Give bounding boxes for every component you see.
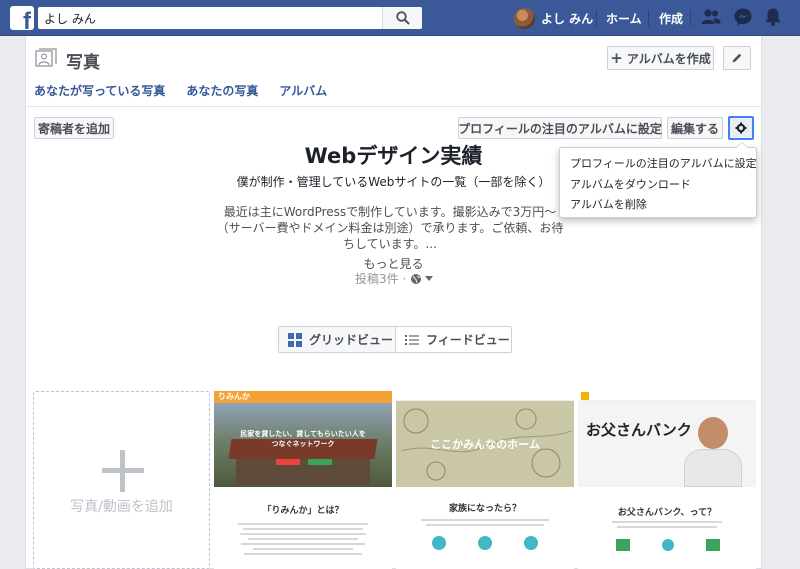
nav-divider — [690, 10, 691, 26]
friend-requests-icon[interactable] — [701, 7, 721, 27]
menu-item-delete-album[interactable]: アルバムを削除 — [570, 196, 647, 212]
feature-on-profile-button[interactable]: プロフィールの注目のアルバムに設定 — [458, 117, 662, 139]
profile-link[interactable]: よし みん — [514, 7, 593, 29]
search-button[interactable] — [382, 7, 422, 29]
pencil-icon — [732, 53, 742, 63]
tab-photos-of-you[interactable]: あなたが写っている写真 — [34, 82, 165, 99]
site-header-bar — [578, 391, 756, 401]
album-photo-thumbnail[interactable]: りみんか 民家を貸したい、貸してもらいたい人を つなぐネットワーク 「りみんか」… — [214, 391, 392, 569]
person-head — [698, 417, 728, 449]
photos-tabs: あなたが写っている写真 あなたの写真 アルバム — [34, 82, 348, 99]
grid-icon — [288, 332, 302, 347]
plus-icon: + — [610, 49, 623, 67]
site-caption: お父さんバンク、って？ — [617, 508, 717, 518]
search-input[interactable] — [38, 7, 388, 29]
site-header-bar — [396, 391, 574, 401]
site-brand: りみんか — [218, 392, 250, 401]
site-text-lines — [396, 519, 574, 529]
plus-icon-stem — [120, 450, 125, 492]
feed-view-label: フィードビュー — [426, 333, 510, 347]
site-text-lines — [578, 521, 756, 531]
post-count: 投稿3件 · — [355, 270, 434, 287]
home-link[interactable]: ホーム — [606, 10, 642, 27]
site-caption: 「りみんか」とは？ — [262, 506, 344, 516]
hero-area — [578, 401, 756, 487]
person-body — [684, 449, 742, 487]
search-icon — [396, 11, 410, 25]
feature-icon — [616, 539, 630, 551]
view-toggle: グリッドビュー フィードビュー — [278, 326, 512, 353]
grid-view-button[interactable]: グリッドビュー — [279, 327, 396, 352]
tab-your-photos[interactable]: あなたの写真 — [186, 82, 258, 99]
facebook-logo-icon[interactable]: f — [10, 6, 34, 30]
menu-item-download-album[interactable]: アルバムをダウンロード — [570, 176, 691, 192]
create-album-button[interactable]: + アルバムを作成 — [607, 46, 714, 70]
site-headline: お父さんバンク — [586, 421, 692, 439]
avatar — [514, 7, 535, 29]
site-caption: 家族になったら？ — [448, 504, 521, 514]
feature-icon — [432, 536, 446, 550]
globe-icon[interactable] — [410, 273, 422, 285]
caret-down-icon[interactable] — [425, 276, 434, 281]
see-more-label: もっと見る — [363, 257, 424, 271]
feed-view-button[interactable]: フィードビュー — [396, 327, 511, 352]
feature-icon — [478, 536, 492, 550]
add-contributor-button[interactable]: 寄稿者を追加 — [34, 117, 114, 139]
feature-icon — [662, 539, 674, 551]
site-logo-icon — [581, 392, 589, 400]
edit-photos-button[interactable] — [723, 46, 751, 70]
notifications-icon[interactable] — [764, 7, 782, 27]
album-settings-menu: プロフィールの注目のアルバムに設定 アルバムをダウンロード アルバムを削除 — [559, 142, 757, 218]
site-cta-button — [308, 459, 332, 465]
header-divider — [26, 106, 761, 107]
create-album-label: アルバムを作成 — [626, 51, 711, 66]
album-photo-thumbnail[interactable]: ここかみんなのホーム 家族になったら？ — [396, 391, 574, 569]
album-description: 最近は主にWordPressで制作しています。撮影込みで3万円〜（サーバー費やド… — [216, 205, 564, 251]
photos-header: 写真 + アルバムを作成 あなたが写っている写真 あなたの写真 アルバム — [26, 36, 761, 106]
photos-icon — [35, 48, 57, 67]
nav-divider — [596, 10, 597, 26]
wall-shape — [236, 459, 370, 485]
edit-album-button[interactable]: 編集する — [667, 117, 723, 139]
messenger-icon[interactable] — [733, 7, 753, 27]
site-cta-button — [276, 459, 300, 465]
search-box — [38, 7, 422, 29]
gear-icon — [735, 122, 747, 134]
headline-line-1: 民家を貸したい、貸してもらいたい人を — [240, 430, 366, 438]
site-headline: 民家を貸したい、貸してもらいたい人を つなぐネットワーク — [214, 429, 392, 449]
grid-view-label: グリッドビュー — [309, 333, 394, 347]
site-text-lines — [214, 523, 392, 558]
tab-albums[interactable]: アルバム — [279, 82, 327, 99]
site-header-bar: りみんか — [214, 391, 392, 403]
list-icon — [405, 334, 419, 345]
page-title: 写真 — [66, 53, 100, 73]
top-navigation-bar: f よし みん ホーム 作成 — [0, 0, 800, 36]
album-settings-button[interactable] — [728, 116, 754, 140]
user-name: よし みん — [541, 11, 594, 26]
headline-line-2: つなぐネットワーク — [271, 440, 335, 448]
add-photo-video-label: 写真/動画を追加 — [70, 499, 173, 515]
nav-divider — [648, 10, 649, 26]
feature-icon — [706, 539, 720, 551]
site-headline: ここかみんなのホーム — [430, 438, 540, 451]
post-count-label: 投稿3件 · — [355, 272, 407, 286]
create-link[interactable]: 作成 — [659, 10, 683, 27]
feature-icon — [524, 536, 538, 550]
album-photo-thumbnail[interactable]: お父さんバンク お父さんバンク、って？ — [578, 391, 756, 569]
add-photo-video-tile[interactable]: 写真/動画を追加 — [33, 391, 210, 569]
menu-item-feature-on-profile[interactable]: プロフィールの注目のアルバムに設定 — [570, 155, 757, 171]
